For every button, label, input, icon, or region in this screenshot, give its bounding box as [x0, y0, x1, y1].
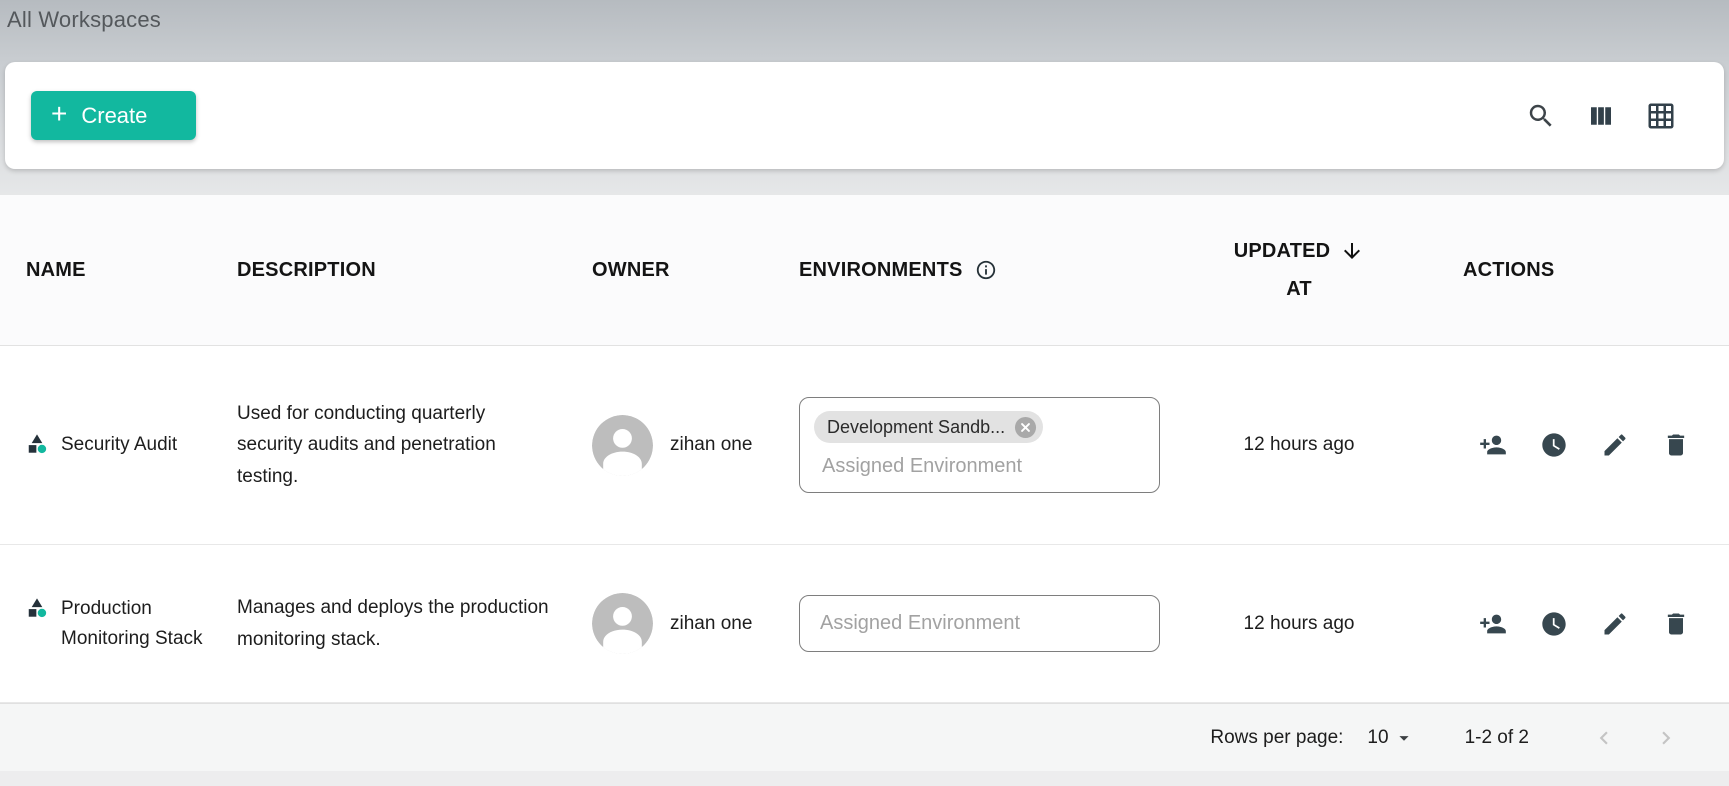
workspace-name: Production Monitoring Stack: [61, 594, 237, 653]
updated-at-value: 12 hours ago: [1244, 613, 1355, 634]
workspaces-table: NAME DESCRIPTION OWNER ENVIRONMENTS UPDA…: [0, 195, 1729, 771]
top-bar: All Workspaces: [0, 0, 1729, 62]
rows-per-page-label: Rows per page:: [1210, 727, 1343, 749]
owner-avatar: [592, 415, 653, 476]
chevron-down-icon: [1393, 727, 1415, 749]
updated-header-line1: UPDATED: [1234, 232, 1331, 270]
columns-view-icon[interactable]: [1586, 101, 1616, 131]
owner-avatar: [592, 593, 653, 654]
delete-button[interactable]: [1662, 610, 1690, 638]
column-header-actions: ACTIONS: [1419, 259, 1729, 282]
environments-select[interactable]: Development Sandb... Assigned Environmen…: [799, 397, 1160, 493]
environments-placeholder: Assigned Environment: [822, 455, 1145, 478]
rows-per-page-value: 10: [1367, 727, 1388, 749]
table-pagination: Rows per page: 10 1-2 of 2: [0, 703, 1729, 771]
owner-name: zihan one: [670, 613, 752, 635]
toolbar-icons: [1526, 101, 1698, 131]
edit-button[interactable]: [1601, 431, 1629, 459]
column-header-environments: ENVIRONMENTS: [799, 259, 1179, 282]
workspace-description: Used for conducting quarterly security a…: [237, 398, 552, 492]
workspace-name: Security Audit: [61, 430, 177, 459]
column-header-updated-at[interactable]: UPDATED AT: [1179, 232, 1419, 308]
updated-at-value: 12 hours ago: [1244, 434, 1355, 455]
page-title: All Workspaces: [7, 7, 1729, 33]
workspace-icon: [26, 433, 48, 455]
toolbar: + Create: [5, 62, 1724, 169]
next-page-button[interactable]: [1653, 725, 1679, 751]
pagination-range: 1-2 of 2: [1465, 727, 1529, 749]
chip-remove-icon[interactable]: [1014, 416, 1037, 439]
info-icon[interactable]: [975, 259, 997, 281]
add-user-button[interactable]: [1479, 431, 1507, 459]
add-user-button[interactable]: [1479, 610, 1507, 638]
search-icon[interactable]: [1526, 101, 1556, 131]
environments-placeholder: Assigned Environment: [820, 612, 1020, 635]
edit-button[interactable]: [1601, 610, 1629, 638]
grid-view-icon[interactable]: [1646, 101, 1676, 131]
table-row: Security Audit Used for conducting quart…: [0, 346, 1729, 545]
workspace-icon: [26, 597, 48, 619]
table-header-row: NAME DESCRIPTION OWNER ENVIRONMENTS UPDA…: [0, 195, 1729, 346]
create-button[interactable]: + Create: [31, 91, 196, 140]
sort-descending-icon: [1340, 239, 1364, 263]
environment-chip: Development Sandb...: [814, 411, 1043, 443]
history-clock-button[interactable]: [1540, 431, 1568, 459]
workspace-description: Manages and deploys the production monit…: [237, 592, 552, 655]
owner-name: zihan one: [670, 434, 752, 456]
updated-header-line2: AT: [1286, 270, 1312, 308]
plus-icon: +: [51, 100, 67, 128]
table-row: Production Monitoring Stack Manages and …: [0, 545, 1729, 703]
environment-chip-label: Development Sandb...: [827, 417, 1005, 438]
previous-page-button[interactable]: [1591, 725, 1617, 751]
column-header-description: DESCRIPTION: [237, 259, 592, 282]
rows-per-page-select[interactable]: 10: [1367, 727, 1414, 749]
create-button-label: Create: [81, 103, 147, 129]
environments-header-label: ENVIRONMENTS: [799, 259, 963, 282]
environments-select[interactable]: Assigned Environment: [799, 595, 1160, 652]
delete-button[interactable]: [1662, 431, 1690, 459]
history-clock-button[interactable]: [1540, 610, 1568, 638]
column-header-name: NAME: [0, 259, 237, 282]
column-header-owner: OWNER: [592, 259, 799, 282]
